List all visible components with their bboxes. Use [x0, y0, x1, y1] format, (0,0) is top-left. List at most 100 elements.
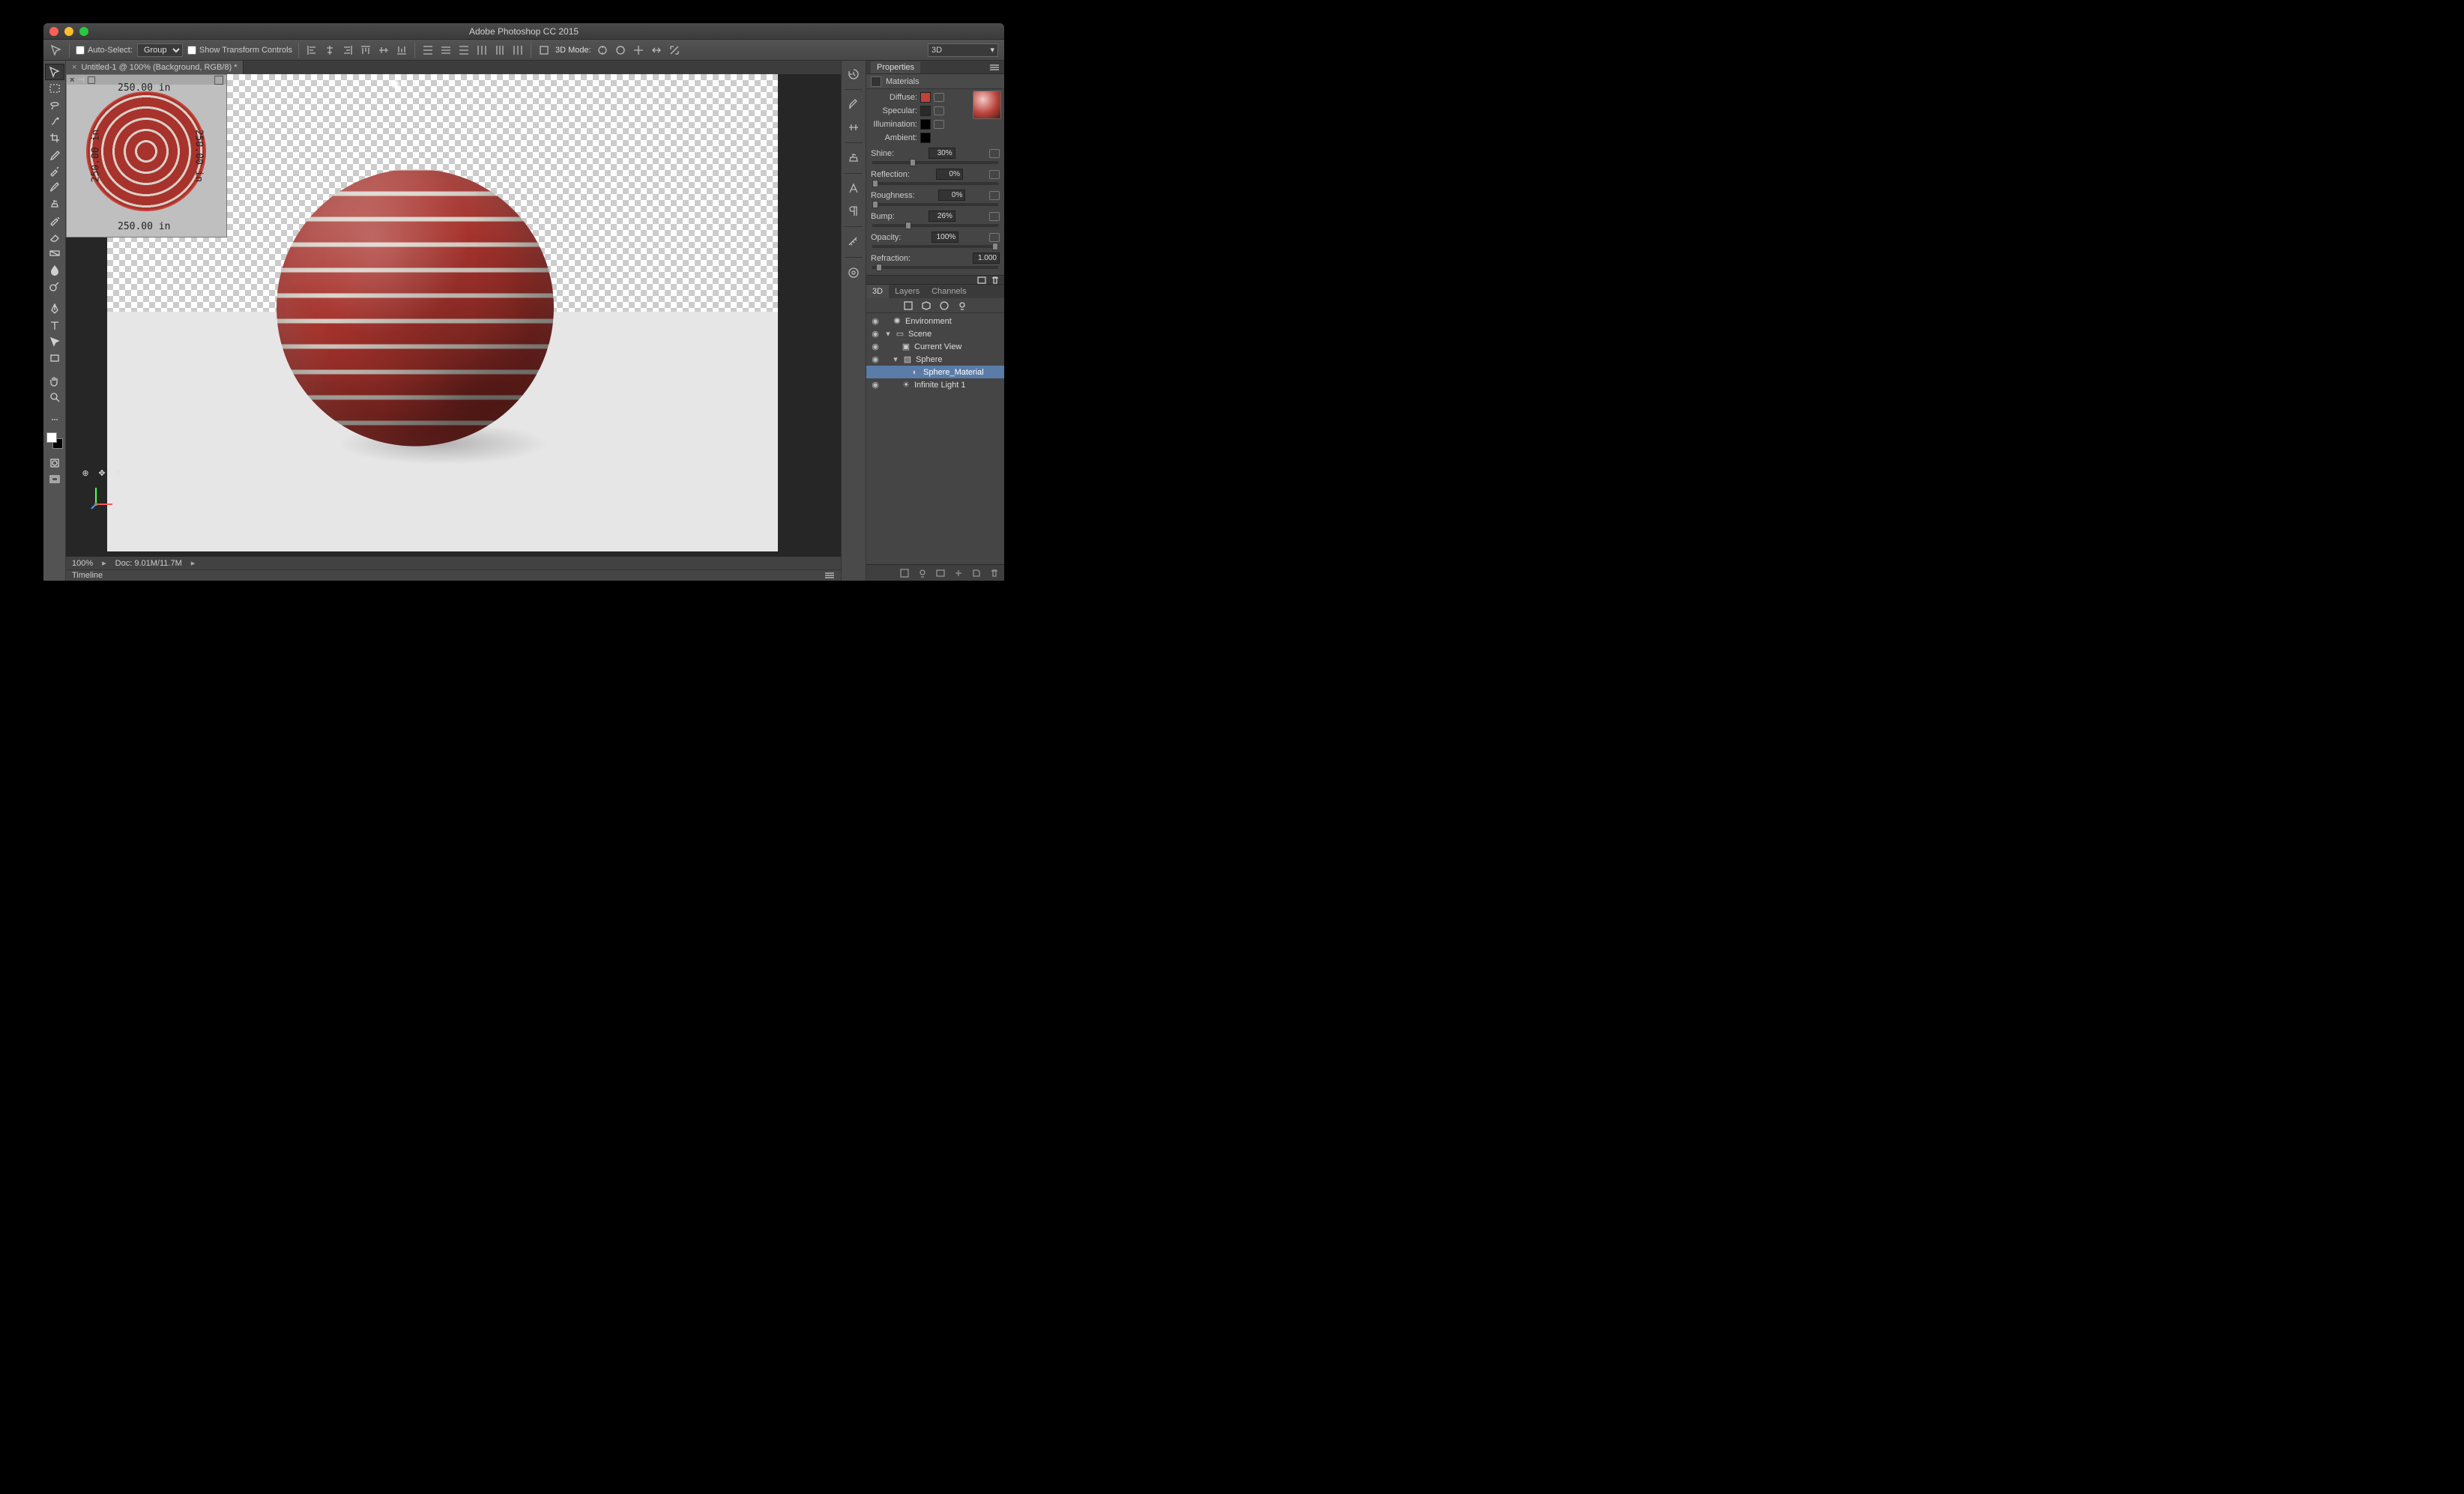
clone-source-icon[interactable] — [845, 149, 863, 167]
dolly-icon[interactable]: ↕ — [112, 467, 124, 479]
blur-tool[interactable] — [45, 261, 64, 278]
roughness-slider[interactable]: Roughness:0% — [871, 190, 1000, 206]
uv-overlay-panel[interactable]: × ⊣ 250.00 in 250.00 in 250.00 in 250.00… — [66, 74, 227, 238]
screen-mode[interactable] — [45, 471, 64, 488]
distribute-bottom-icon[interactable] — [457, 43, 471, 57]
brush-settings-icon[interactable] — [845, 118, 863, 136]
specular-texture-icon[interactable] — [934, 106, 944, 115]
uv-mode-icon[interactable] — [88, 76, 95, 84]
quick-selection-tool[interactable] — [45, 113, 64, 130]
move-tool[interactable] — [45, 64, 64, 80]
workspace-switcher[interactable]: 3D ▾ — [928, 43, 998, 57]
tree-infinite-light[interactable]: ◉☀Infinite Light 1 — [866, 378, 1004, 391]
rectangular-marquee-tool[interactable] — [45, 80, 64, 97]
lasso-tool[interactable] — [45, 97, 64, 113]
ambient-swatch[interactable] — [920, 133, 931, 143]
tab-channels[interactable]: Channels — [925, 285, 972, 298]
color-swatches[interactable] — [46, 432, 63, 449]
align-bottom-edges-icon[interactable] — [395, 43, 408, 57]
3d-sphere-mesh[interactable] — [277, 169, 554, 446]
brush-tool[interactable] — [45, 179, 64, 196]
3d-drag-icon[interactable] — [632, 43, 645, 57]
status-menu-icon[interactable]: ▸ — [191, 558, 196, 568]
opacity-value[interactable]: 100% — [931, 232, 958, 243]
reflection-texture-icon[interactable] — [989, 170, 1000, 179]
align-right-edges-icon[interactable] — [341, 43, 354, 57]
eraser-tool[interactable] — [45, 229, 64, 245]
visibility-toggle[interactable]: ◉ — [869, 329, 881, 339]
properties-menu-icon[interactable] — [989, 64, 1000, 71]
visibility-toggle[interactable]: ◉ — [869, 316, 881, 326]
spot-healing-brush-tool[interactable] — [45, 163, 64, 179]
align-horizontal-centers-icon[interactable] — [323, 43, 336, 57]
canvas-viewport[interactable]: ✺ × ⊣ 250.00 in 250.00 in 250.00 in — [66, 74, 841, 557]
roughness-texture-icon[interactable] — [989, 191, 1000, 200]
paragraph-panel-icon[interactable] — [845, 202, 863, 220]
clone-stamp-tool[interactable] — [45, 196, 64, 212]
3d-slide-icon[interactable] — [650, 43, 663, 57]
3d-roll-icon[interactable] — [614, 43, 627, 57]
distribute-vcenter-icon[interactable] — [439, 43, 453, 57]
distribute-top-icon[interactable] — [421, 43, 435, 57]
reflection-slider[interactable]: Reflection:0% — [871, 169, 1000, 185]
material-preview-thumb[interactable] — [973, 91, 1001, 119]
tree-sphere-material[interactable]: ◐Sphere_Material — [866, 366, 1004, 378]
illumination-swatch[interactable] — [920, 119, 931, 130]
libraries-icon[interactable] — [845, 264, 863, 282]
measurement-log-icon[interactable] — [845, 233, 863, 251]
distribute-hcenter-icon[interactable] — [493, 43, 507, 57]
render-icon[interactable] — [935, 568, 946, 578]
history-panel-icon[interactable] — [845, 65, 863, 83]
gradient-tool[interactable] — [45, 245, 64, 261]
tree-sphere[interactable]: ◉▾▧Sphere — [866, 353, 1004, 366]
orbit-icon[interactable]: ⊕ — [79, 467, 91, 479]
show-transform-checkbox[interactable]: Show Transform Controls — [187, 46, 292, 55]
diffuse-texture-icon[interactable] — [934, 93, 944, 102]
edit-toolbar[interactable] — [45, 411, 64, 428]
character-panel-icon[interactable] — [845, 180, 863, 198]
shine-texture-icon[interactable] — [989, 149, 1000, 158]
diffuse-swatch[interactable] — [920, 92, 931, 103]
bump-slider[interactable]: Bump:26% — [871, 211, 1000, 227]
trash-icon[interactable] — [991, 276, 1000, 284]
roughness-value[interactable]: 0% — [938, 190, 965, 201]
hand-tool[interactable] — [45, 372, 64, 389]
auto-align-icon[interactable] — [537, 43, 551, 57]
disclosure-triangle[interactable]: ▾ — [892, 354, 899, 364]
uv-pin-icon[interactable]: ⊣ — [77, 75, 85, 85]
reflection-value[interactable]: 0% — [936, 169, 963, 180]
filter-lights-icon[interactable] — [957, 300, 967, 311]
properties-tab[interactable]: Properties — [871, 61, 920, 73]
disclosure-triangle[interactable]: ▾ — [884, 329, 892, 339]
refraction-value[interactable]: 1.000 — [973, 252, 1000, 264]
3d-axis-widget[interactable] — [88, 482, 118, 512]
3d-rotate-icon[interactable] — [596, 43, 609, 57]
zoom-window-button[interactable] — [79, 27, 88, 36]
3d-scale-icon[interactable] — [668, 43, 681, 57]
eyedropper-tool[interactable] — [45, 146, 64, 163]
rectangle-tool[interactable] — [45, 350, 64, 366]
visibility-toggle[interactable]: ◉ — [869, 380, 881, 390]
opacity-texture-icon[interactable] — [989, 233, 1000, 242]
dodge-tool[interactable] — [45, 278, 64, 294]
minimize-window-button[interactable] — [64, 27, 73, 36]
align-left-edges-icon[interactable] — [305, 43, 318, 57]
opacity-slider[interactable]: Opacity:100% — [871, 232, 1000, 248]
auto-select-target-dropdown[interactable]: Group — [137, 43, 183, 57]
delete-icon[interactable] — [989, 568, 1000, 578]
filter-meshes-icon[interactable] — [921, 300, 931, 311]
tree-scene[interactable]: ◉▾▭Scene — [866, 327, 1004, 340]
shine-slider[interactable]: Shine:30% — [871, 148, 1000, 164]
visibility-toggle[interactable]: ◉ — [869, 354, 881, 364]
align-vertical-centers-icon[interactable] — [377, 43, 390, 57]
quick-mask-mode[interactable] — [45, 455, 64, 471]
path-selection-tool[interactable] — [45, 333, 64, 350]
close-tab-icon[interactable]: × — [72, 63, 76, 72]
distribute-left-icon[interactable] — [475, 43, 489, 57]
refraction-slider[interactable]: Refraction:1.000 — [871, 252, 1000, 269]
visibility-toggle[interactable]: ◉ — [869, 342, 881, 351]
auto-select-checkbox[interactable]: Auto-Select: — [76, 46, 133, 55]
new-light-icon[interactable] — [917, 568, 928, 578]
filter-scene-icon[interactable] — [903, 300, 914, 311]
pen-tool[interactable] — [45, 300, 64, 317]
